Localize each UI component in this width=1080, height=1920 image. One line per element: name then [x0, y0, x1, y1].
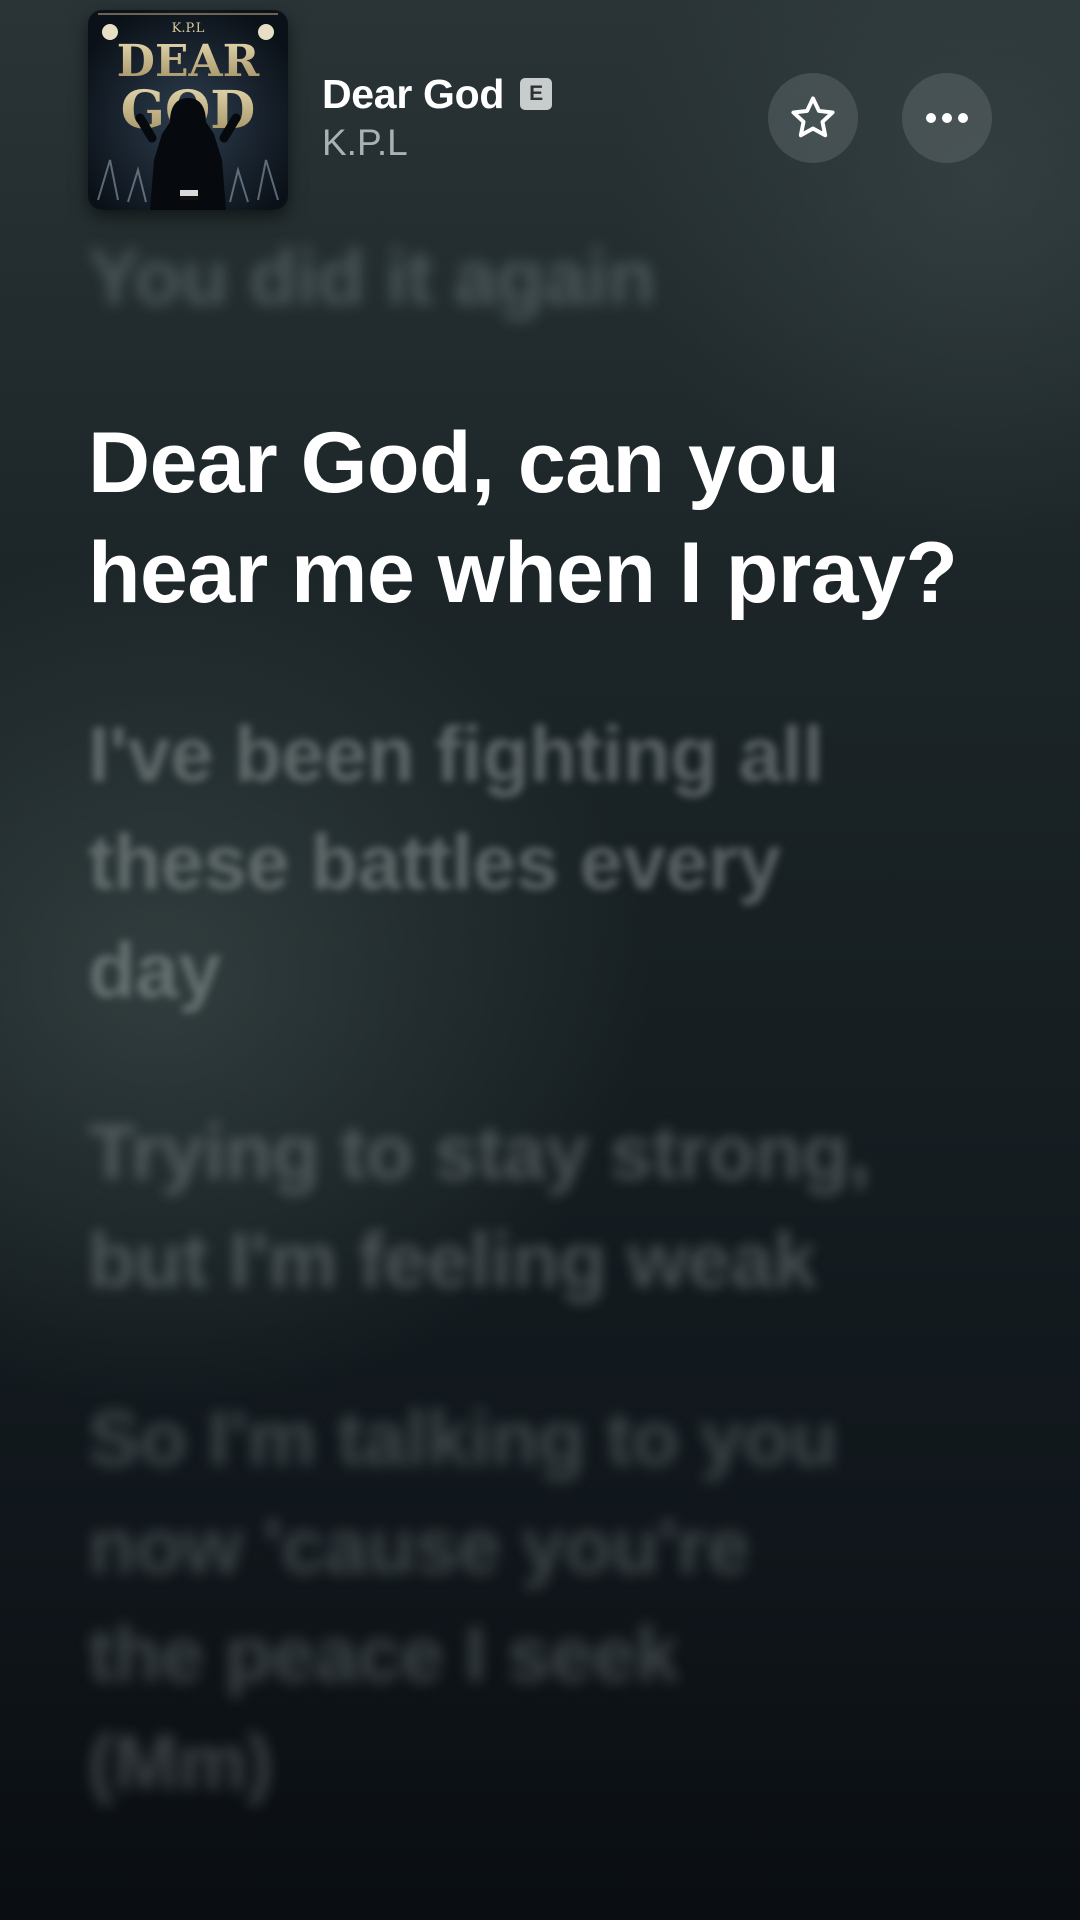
lyrics-screen: K.P.L DEAR GOD Dear God E K.P.L — [0, 0, 1080, 1920]
lyric-text: the peace I seek — [88, 1610, 679, 1698]
lyric-text: now 'cause you're — [88, 1502, 750, 1590]
favorite-button[interactable] — [768, 73, 858, 163]
lyric-text: but I'm feeling weak — [88, 1216, 817, 1304]
lyric-text: I've been fighting all — [88, 710, 824, 798]
lyric-text: Trying to stay strong, — [88, 1108, 871, 1196]
album-artwork[interactable]: K.P.L DEAR GOD — [88, 10, 288, 210]
lyric-text: (Mm) — [88, 1718, 273, 1806]
explicit-badge: E — [520, 78, 553, 110]
lyric-text: hear me when I pray? — [88, 525, 958, 621]
now-playing-header: K.P.L DEAR GOD Dear God E K.P.L — [0, 0, 1080, 220]
lyric-text: So I'm talking to you — [88, 1394, 838, 1482]
lyric-text: You did it again — [88, 233, 655, 321]
more-options-button[interactable] — [902, 73, 992, 163]
lyric-line-upcoming[interactable]: Trying to stay strong, but I'm feeling w… — [88, 1098, 1018, 1314]
lyric-text: these battles every — [88, 818, 781, 906]
lyric-line-upcoming[interactable]: So I'm talking to you now 'cause you're … — [88, 1384, 1018, 1816]
star-outline-icon — [788, 93, 838, 143]
song-title: Dear God — [322, 70, 505, 117]
artwork-top-text: K.P.L — [172, 21, 205, 36]
song-title-row[interactable]: Dear God E — [322, 70, 553, 118]
lyric-text: Dear God, can you — [88, 415, 840, 511]
ellipsis-icon — [922, 111, 972, 125]
lyric-text: day — [88, 926, 221, 1014]
lyric-line-upcoming[interactable]: I've been fighting all these battles eve… — [88, 700, 1018, 1024]
lyric-line-current[interactable]: Dear God, can you hear me when I pray? — [88, 408, 1018, 628]
artist-name[interactable]: K.P.L — [322, 122, 408, 164]
lyric-line-previous[interactable]: You did it again — [88, 232, 1018, 323]
